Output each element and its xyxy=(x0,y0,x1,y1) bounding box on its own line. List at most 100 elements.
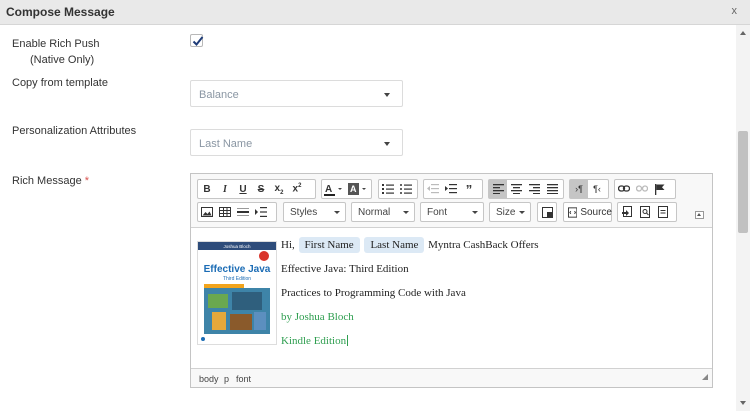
dialog-titlebar: Compose Message x xyxy=(0,0,750,25)
last-name-token[interactable]: Last Name xyxy=(364,237,425,253)
link-icon[interactable] xyxy=(615,180,633,198)
editor-content-area[interactable]: Joshua Bloch Effective Java Third Editio… xyxy=(191,229,712,368)
anchor-flag-icon[interactable] xyxy=(651,180,669,198)
justify-icon[interactable] xyxy=(543,180,561,198)
book-cover-image: Joshua Bloch Effective Java Third Editio… xyxy=(197,241,277,345)
book-author: Joshua Bloch xyxy=(223,244,251,249)
size-dropdown[interactable]: Size xyxy=(489,202,531,222)
unlink-icon[interactable] xyxy=(633,180,651,198)
chevron-down-icon xyxy=(519,211,525,214)
editor-line-edition: Kindle Edition xyxy=(281,335,349,347)
background-color-button[interactable]: A xyxy=(346,180,370,198)
indent-group: ” xyxy=(423,179,483,199)
source-button[interactable]: Source xyxy=(564,203,612,221)
paste-from-template-icon[interactable] xyxy=(618,203,636,221)
horizontal-line-icon[interactable] xyxy=(234,203,252,221)
source-group: Source xyxy=(563,202,612,222)
source-button-label: Source xyxy=(580,206,612,218)
styles-dropdown-label: Styles xyxy=(290,207,318,218)
source-icon xyxy=(568,206,578,218)
font-dropdown-label: Font xyxy=(427,207,448,218)
link-group xyxy=(614,179,676,199)
path-item-body[interactable]: body xyxy=(199,374,219,384)
blockquote-icon[interactable]: ” xyxy=(460,180,478,198)
element-path-bar: body p font xyxy=(191,368,712,387)
template-label: Copy from template xyxy=(12,77,108,89)
path-item-p[interactable]: p xyxy=(224,374,229,384)
svg-text:A: A xyxy=(350,184,357,194)
text-cursor xyxy=(347,335,349,346)
strikethrough-button[interactable]: S xyxy=(252,180,270,198)
numbered-list-icon[interactable] xyxy=(379,180,397,198)
italic-button[interactable]: I xyxy=(216,180,234,198)
color-group: A A xyxy=(321,179,372,199)
editor-line-author: by Joshua Bloch xyxy=(281,311,354,323)
bold-button[interactable]: B xyxy=(198,180,216,198)
checkmark-icon xyxy=(192,36,204,46)
background-color-icon: A xyxy=(348,183,366,195)
rtl-direction-icon[interactable]: ¶‹ xyxy=(588,180,606,198)
editor-line-title: Effective Java: Third Edition xyxy=(281,263,409,275)
document-icon[interactable] xyxy=(654,203,672,221)
rich-push-note: (Native Only) xyxy=(30,54,95,66)
template-select-value: Balance xyxy=(199,89,239,101)
text-color-button[interactable]: A xyxy=(322,180,346,198)
document-group xyxy=(617,202,677,222)
font-dropdown[interactable]: Font xyxy=(420,202,484,222)
dialog-content: Enable Rich Push (Native Only) Copy from… xyxy=(0,25,735,411)
format-dropdown-label: Normal xyxy=(358,207,391,218)
editor-line-greeting: Hi, First Name Last Name Myntra CashBack… xyxy=(281,237,539,253)
resize-handle-icon[interactable] xyxy=(702,374,708,380)
rich-message-label-text: Rich Message xyxy=(12,175,82,187)
book-edition: Third Edition xyxy=(223,276,251,282)
alignment-group xyxy=(488,179,564,199)
rich-text-editor[interactable]: B I U S x2 x2 A A ” ›¶ ¶‹ Styles Normal … xyxy=(190,173,713,388)
scroll-up-icon[interactable] xyxy=(740,31,746,35)
rich-push-label: Enable Rich Push xyxy=(12,38,100,50)
collapse-toolbar-button[interactable] xyxy=(695,211,704,219)
list-group xyxy=(378,179,418,199)
personalization-select-value: Last Name xyxy=(199,138,253,150)
bulleted-list-icon[interactable] xyxy=(397,180,415,198)
greeting-rest: Myntra CashBack Offers xyxy=(428,239,539,251)
basic-styles-group: B I U S x2 x2 xyxy=(197,179,316,199)
image-icon[interactable] xyxy=(198,203,216,221)
styles-dropdown[interactable]: Styles xyxy=(283,202,346,222)
edition-text: Kindle Edition xyxy=(281,335,347,347)
book-title: Effective Java xyxy=(204,264,271,275)
scroll-down-icon[interactable] xyxy=(740,401,746,405)
dialog-title: Compose Message xyxy=(6,5,115,19)
template-select[interactable]: Balance xyxy=(190,80,403,107)
personalization-select[interactable]: Last Name xyxy=(190,129,403,156)
align-right-icon[interactable] xyxy=(525,180,543,198)
first-name-token[interactable]: First Name xyxy=(298,237,360,253)
dialog-scrollbar[interactable] xyxy=(736,25,750,411)
chevron-down-icon xyxy=(403,211,409,214)
scrollbar-thumb[interactable] xyxy=(738,131,748,233)
table-icon[interactable] xyxy=(216,203,234,221)
outdent-icon[interactable] xyxy=(424,180,442,198)
maximize-icon[interactable] xyxy=(538,203,556,221)
personalization-label: Personalization Attributes xyxy=(12,125,137,137)
indent-icon[interactable] xyxy=(442,180,460,198)
subscript-button[interactable]: x2 xyxy=(270,180,288,198)
size-dropdown-label: Size xyxy=(496,207,516,218)
maximize-group xyxy=(537,202,557,222)
rich-message-label: Rich Message * xyxy=(12,175,89,187)
close-button[interactable]: x xyxy=(732,5,738,17)
editor-line-subtitle: Practices to Programming Code with Java xyxy=(281,287,466,299)
chevron-down-icon xyxy=(384,93,390,97)
ltr-direction-icon[interactable]: ›¶ xyxy=(570,180,588,198)
underline-button[interactable]: U xyxy=(234,180,252,198)
align-center-icon[interactable] xyxy=(507,180,525,198)
align-left-icon[interactable] xyxy=(489,180,507,198)
preview-icon[interactable] xyxy=(636,203,654,221)
required-mark: * xyxy=(84,175,90,187)
path-item-font[interactable]: font xyxy=(236,374,251,384)
enable-rich-push-checkbox[interactable] xyxy=(190,34,204,47)
page-break-icon[interactable] xyxy=(252,203,270,221)
greeting-text: Hi, xyxy=(281,239,295,251)
format-dropdown[interactable]: Normal xyxy=(351,202,415,222)
superscript-button[interactable]: x2 xyxy=(288,180,306,198)
chevron-down-icon xyxy=(472,211,478,214)
